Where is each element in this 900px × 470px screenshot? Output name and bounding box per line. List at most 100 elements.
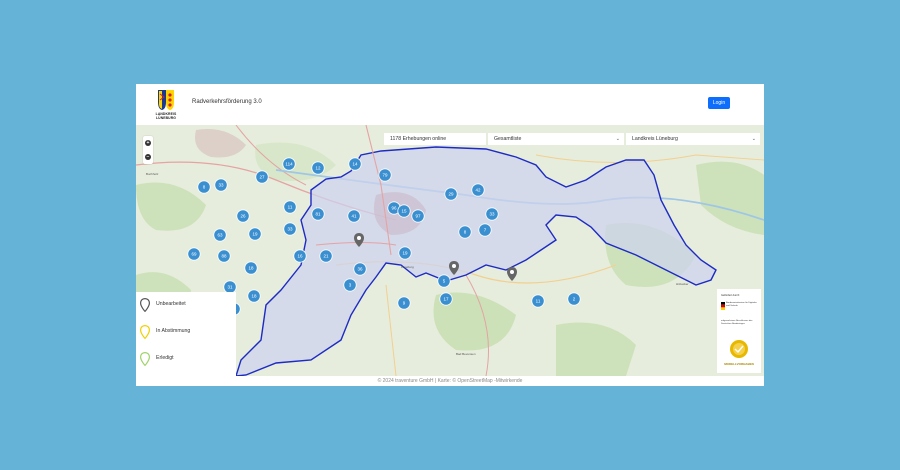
sponsor-beschluss: aufgrund eines Beschlusses des Deutschen…	[721, 320, 753, 325]
sponsor-ministry: Bundesministerium für Digitales und Verk…	[726, 302, 757, 307]
cluster-marker[interactable]: 12	[311, 161, 325, 175]
cluster-count: 97	[415, 214, 421, 219]
cluster-count: 21	[323, 254, 329, 259]
cluster-count: 18	[251, 294, 257, 299]
cluster-marker[interactable]: 11	[531, 294, 545, 308]
cluster-marker[interactable]: 42	[471, 183, 485, 197]
cluster-marker[interactable]: 33	[214, 178, 228, 192]
pin-green-icon	[139, 351, 151, 367]
cluster-marker[interactable]: 17	[439, 292, 453, 306]
cluster-marker[interactable]: 19	[248, 227, 262, 241]
cluster-count: 11	[288, 205, 293, 210]
pin-gray-icon	[139, 297, 151, 313]
cluster-marker[interactable]: 3	[343, 278, 357, 292]
sponsor-gefoerdert: Gefördert durch:	[721, 294, 740, 297]
list-select-value: Gesamtliste	[494, 136, 522, 142]
map-pin-icon[interactable]	[507, 267, 517, 281]
cluster-marker[interactable]: 8	[197, 180, 211, 194]
cluster-marker[interactable]: 36	[353, 262, 367, 276]
cluster-count: 19	[252, 232, 258, 237]
pin-yellow-icon	[139, 324, 151, 340]
cluster-marker[interactable]: 8	[458, 225, 472, 239]
cluster-count: 16	[297, 254, 303, 259]
app-window: LANDKREIS LÜNEBURG Radverkehrsförderung …	[136, 84, 764, 386]
map-pin-icon[interactable]	[354, 233, 364, 247]
coat-of-arms-icon	[158, 90, 174, 110]
cluster-marker[interactable]: 63	[213, 228, 227, 242]
cluster-marker[interactable]: 69	[187, 247, 201, 261]
cluster-marker[interactable]: 79	[378, 168, 392, 182]
cluster-marker[interactable]: 7	[478, 223, 492, 237]
cluster-marker[interactable]: 14	[348, 157, 362, 171]
cluster-count: 81	[315, 212, 321, 217]
legend-item-unbearbeitet: Unbearbeitet	[139, 297, 186, 313]
login-button[interactable]: Login	[708, 97, 730, 109]
count-text: 1178 Erhebungen online	[390, 136, 447, 142]
sponsor-panel: Gefördert durch: Bundesministerium für D…	[717, 289, 761, 373]
zoom-in-button[interactable]: +	[145, 140, 151, 146]
legend-item-in-abstimmung: In Abstimmung	[139, 324, 190, 340]
cluster-marker[interactable]: 26	[236, 209, 250, 223]
modellvorhaben-badge-icon	[730, 340, 748, 358]
map-view[interactable]: Lüneburg Bad Bevensen Buchholz Hitzacker…	[136, 125, 764, 376]
cluster-marker[interactable]: 16	[293, 249, 307, 263]
header: LANDKREIS LÜNEBURG Radverkehrsförderung …	[136, 84, 764, 125]
cluster-count: 96	[391, 206, 397, 211]
cluster-count: 69	[191, 252, 197, 257]
modellvorhaben-label: MODELLVORHABEN	[724, 362, 754, 366]
cluster-marker[interactable]: 29	[444, 187, 458, 201]
cluster-count: 19	[402, 251, 408, 256]
zoom-control: + −	[143, 136, 153, 164]
cluster-count: 41	[351, 214, 357, 219]
map-pin-icon[interactable]	[449, 261, 459, 275]
map-attribution: © 2024 traventure GmbH | Karte: © OpenSt…	[136, 376, 764, 386]
cluster-marker[interactable]: 114	[282, 157, 296, 171]
chevron-down-icon: ⌄	[615, 136, 620, 142]
cluster-marker[interactable]: 11	[283, 200, 297, 214]
cluster-marker[interactable]: 27	[255, 170, 269, 184]
cluster-marker[interactable]: 19	[398, 246, 412, 260]
cluster-count: 12	[315, 166, 321, 171]
cluster-count: 18	[248, 266, 254, 271]
app-title: Radverkehrsförderung 3.0	[192, 99, 262, 105]
legend-panel: Unbearbeitet In Abstimmung Erledigt	[136, 292, 236, 376]
list-select[interactable]: Gesamtliste ⌄	[488, 133, 624, 145]
region-select-value: Landkreis Lüneburg	[632, 136, 678, 142]
cluster-marker[interactable]: 33	[485, 207, 499, 221]
cluster-marker[interactable]: 2	[567, 292, 581, 306]
legend-item-erledigt: Erledigt	[139, 351, 174, 367]
cluster-count: 88	[221, 254, 227, 259]
cluster-count: 33	[489, 212, 495, 217]
cluster-marker[interactable]: 41	[347, 209, 361, 223]
cluster-count: 33	[287, 227, 293, 232]
zoom-out-button[interactable]: −	[145, 154, 151, 160]
cluster-count: 79	[382, 173, 388, 178]
cluster-marker[interactable]: 18	[247, 289, 261, 303]
legend-label: Erledigt	[156, 355, 174, 361]
cluster-marker[interactable]: 9	[397, 296, 411, 310]
cluster-count: 31	[227, 285, 233, 290]
legend-label: In Abstimmung	[156, 328, 191, 334]
cluster-count: 11	[536, 299, 541, 304]
cluster-marker[interactable]: 33	[283, 222, 297, 236]
cluster-marker[interactable]: 88	[217, 249, 231, 263]
legend-label: Unbearbeitet	[156, 301, 186, 307]
cluster-count: 36	[357, 267, 363, 272]
landkreis-logo[interactable]: LANDKREIS LÜNEBURG	[146, 88, 186, 120]
cluster-marker[interactable]: 81	[311, 207, 325, 221]
cluster-count: 15	[401, 209, 407, 214]
cluster-count: 14	[352, 162, 358, 167]
cluster-marker[interactable]: 21	[319, 249, 333, 263]
cluster-count: 42	[475, 188, 481, 193]
cluster-count: 17	[443, 297, 449, 302]
logo-text: LANDKREIS LÜNEBURG	[155, 112, 177, 120]
region-select[interactable]: Landkreis Lüneburg ⌄	[626, 133, 760, 145]
cluster-marker[interactable]: 5	[437, 274, 451, 288]
cluster-marker[interactable]: 15	[397, 204, 411, 218]
cluster-marker[interactable]: 97	[411, 209, 425, 223]
german-flag-icon	[721, 302, 725, 310]
cluster-count: 26	[240, 214, 246, 219]
cluster-marker[interactable]: 18	[244, 261, 258, 275]
cluster-count: 114	[285, 162, 293, 167]
cluster-count: 29	[448, 192, 454, 197]
